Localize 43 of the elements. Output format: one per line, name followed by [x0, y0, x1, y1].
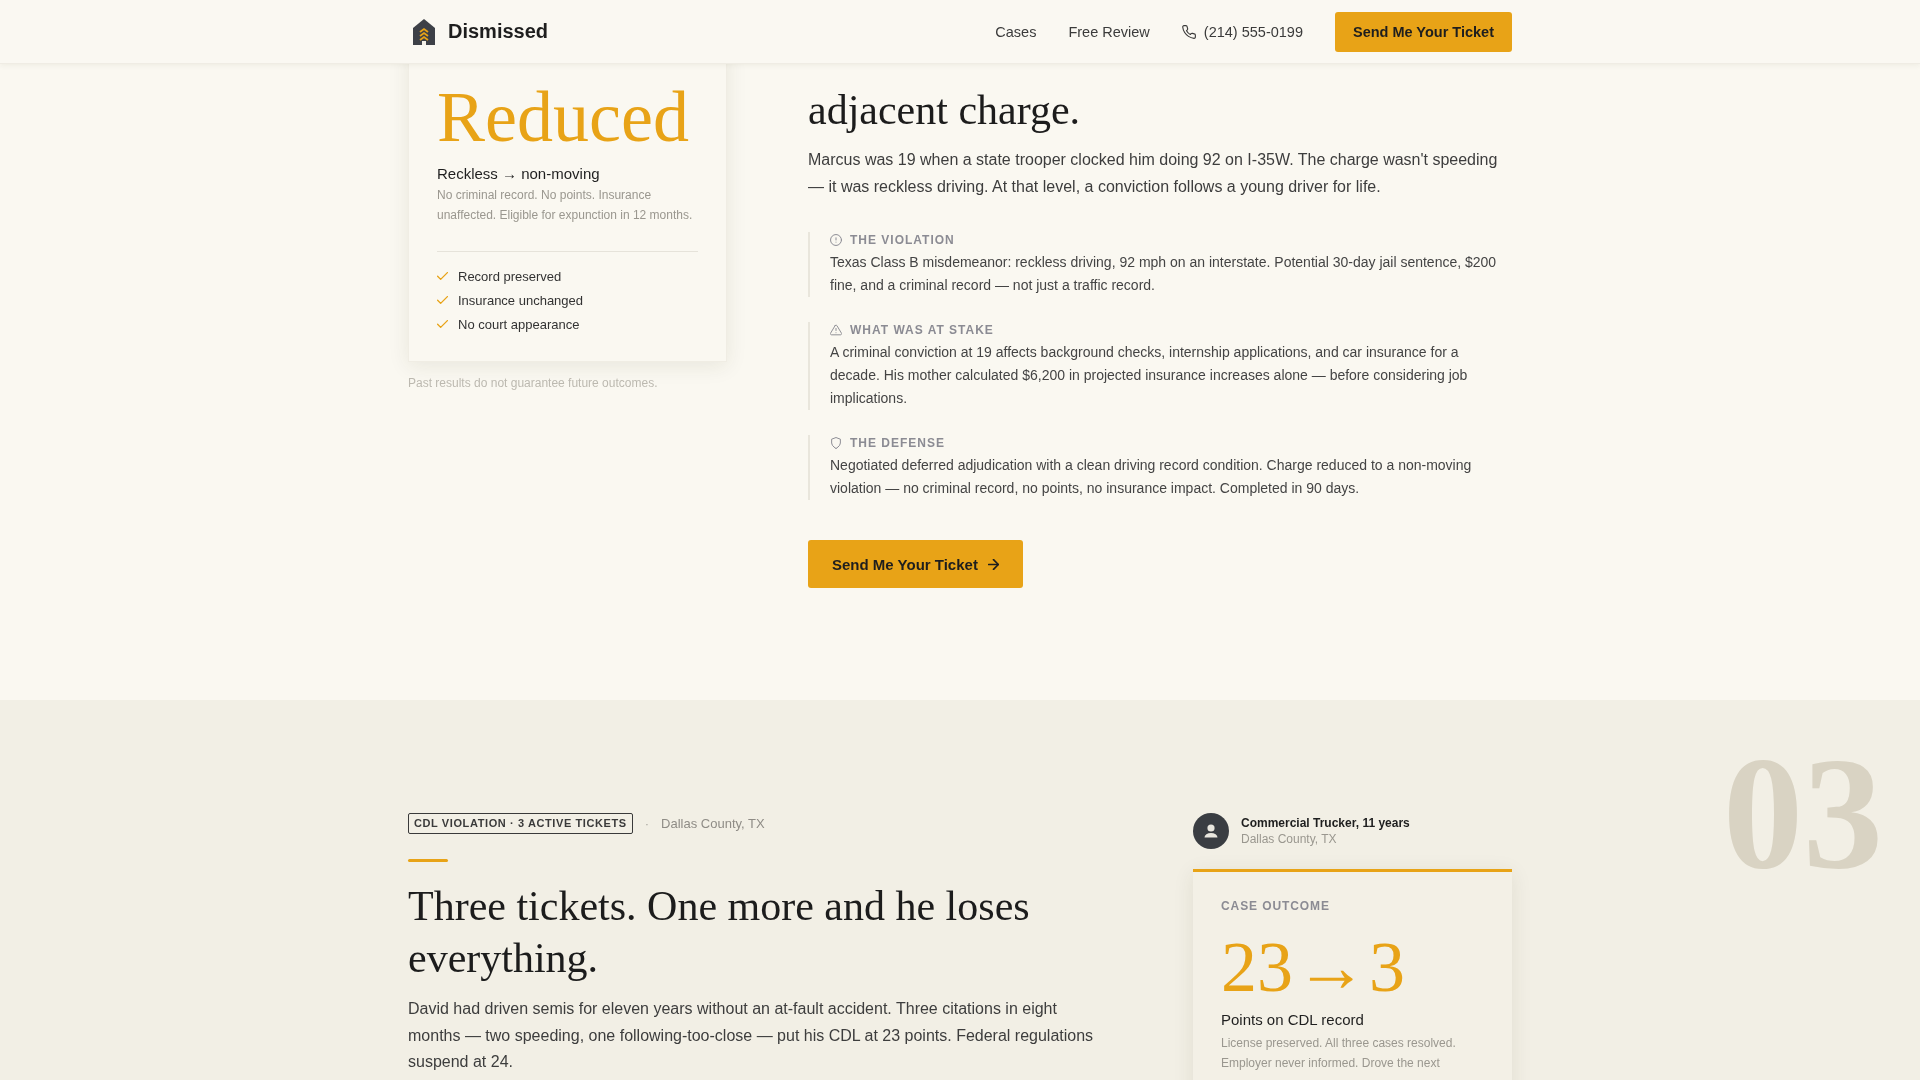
phone-link[interactable]: (214) 555-0199: [1181, 23, 1303, 40]
case-heading: Three tickets. One more and he loses everything.: [408, 882, 1031, 983]
detail-text: Negotiated deferred adjudication with a clean driving record condition. Charge reduced to a non-moving violation — no criminal record, no points, no insurance impact. Completed in 90 days.: [830, 456, 1473, 498]
result-caption: Points on CDL record: [1221, 1010, 1365, 1030]
phone-icon: [1181, 24, 1196, 39]
check-icon: [437, 296, 448, 305]
case-intro: David had driven semis for eleven years without an at-fault accident. Three citations in eight months — two speeding, one following-too-close — put his CDL at 23 points. Federal regulations suspend at 24.: [408, 999, 1095, 1072]
shield-icon: [830, 437, 842, 449]
case-location: Dallas County, TX: [661, 816, 765, 831]
charge-change: Reckless → non-moving: [437, 164, 601, 185]
nav-link[interactable]: Free Review: [1068, 23, 1150, 40]
detail-label: THE DEFENSE: [850, 435, 945, 451]
warning-triangle-icon: [830, 324, 842, 336]
send-ticket-button[interactable]: Send Me Your Ticket: [808, 540, 1023, 588]
nav-link[interactable]: Cases: [995, 23, 1037, 40]
outcome-description: No criminal record. No points. Insurance unaffected. Eligible for expunction in 12 months.: [437, 187, 694, 224]
benefit-text: No court appearance: [458, 316, 580, 332]
meta-separator: ·: [644, 816, 650, 831]
detail-text: Texas Class B misdemeanor: reckless driving, 92 mph on an interstate. Potential 30-day jail sentence, $200 fine, and a criminal record — not just a traffic record.: [830, 253, 1498, 295]
accent-line: [408, 859, 448, 862]
brand-name: Dismissed: [448, 20, 549, 43]
house-icon: [412, 17, 436, 46]
detail-text: A criminal conviction at 19 affects background checks, internship applications, and car insurance for a decade. His mother calculated $6,200 in projected insurance increases alone — before considering job implications.: [830, 343, 1469, 408]
client-location: Dallas County, TX: [1241, 831, 1338, 847]
case-heading: adjacent charge.: [808, 86, 1082, 135]
detail-label: WHAT WAS AT STAKE: [850, 322, 994, 338]
result-value: 23 → 3: [1221, 931, 1406, 1003]
benefit-text: Record preserved: [458, 268, 562, 284]
arrow-right-icon: [987, 558, 999, 570]
case-tag: CDL VIOLATION · 3 ACTIVE TICKETS: [408, 813, 633, 834]
alert-circle-icon: [830, 234, 842, 246]
send-ticket-button[interactable]: Send Me Your Ticket: [1335, 11, 1512, 52]
case-intro: Marcus was 19 when a state trooper clocked him doing 92 on I-35W. The charge wasn't speeding — it was reckless driving. At that level, a conviction follows a young driver for life.: [808, 150, 1499, 197]
check-icon: [437, 272, 448, 281]
outcome-label: CASE OUTCOME: [1221, 898, 1331, 914]
disclaimer-text: Past results do not guarantee future outcomes.: [408, 376, 659, 391]
benefit-text: Insurance unchanged: [458, 292, 584, 308]
detail-label: THE VIOLATION: [850, 232, 955, 248]
result-title: Reduced: [437, 78, 690, 158]
outcome-description: License preserved. All three cases resolved. Employer never informed. Drove the next: [1221, 1035, 1457, 1072]
client-title: Commercial Trucker, 11 years: [1241, 815, 1410, 831]
check-icon: [437, 320, 448, 329]
person-avatar-icon: [1193, 813, 1229, 849]
